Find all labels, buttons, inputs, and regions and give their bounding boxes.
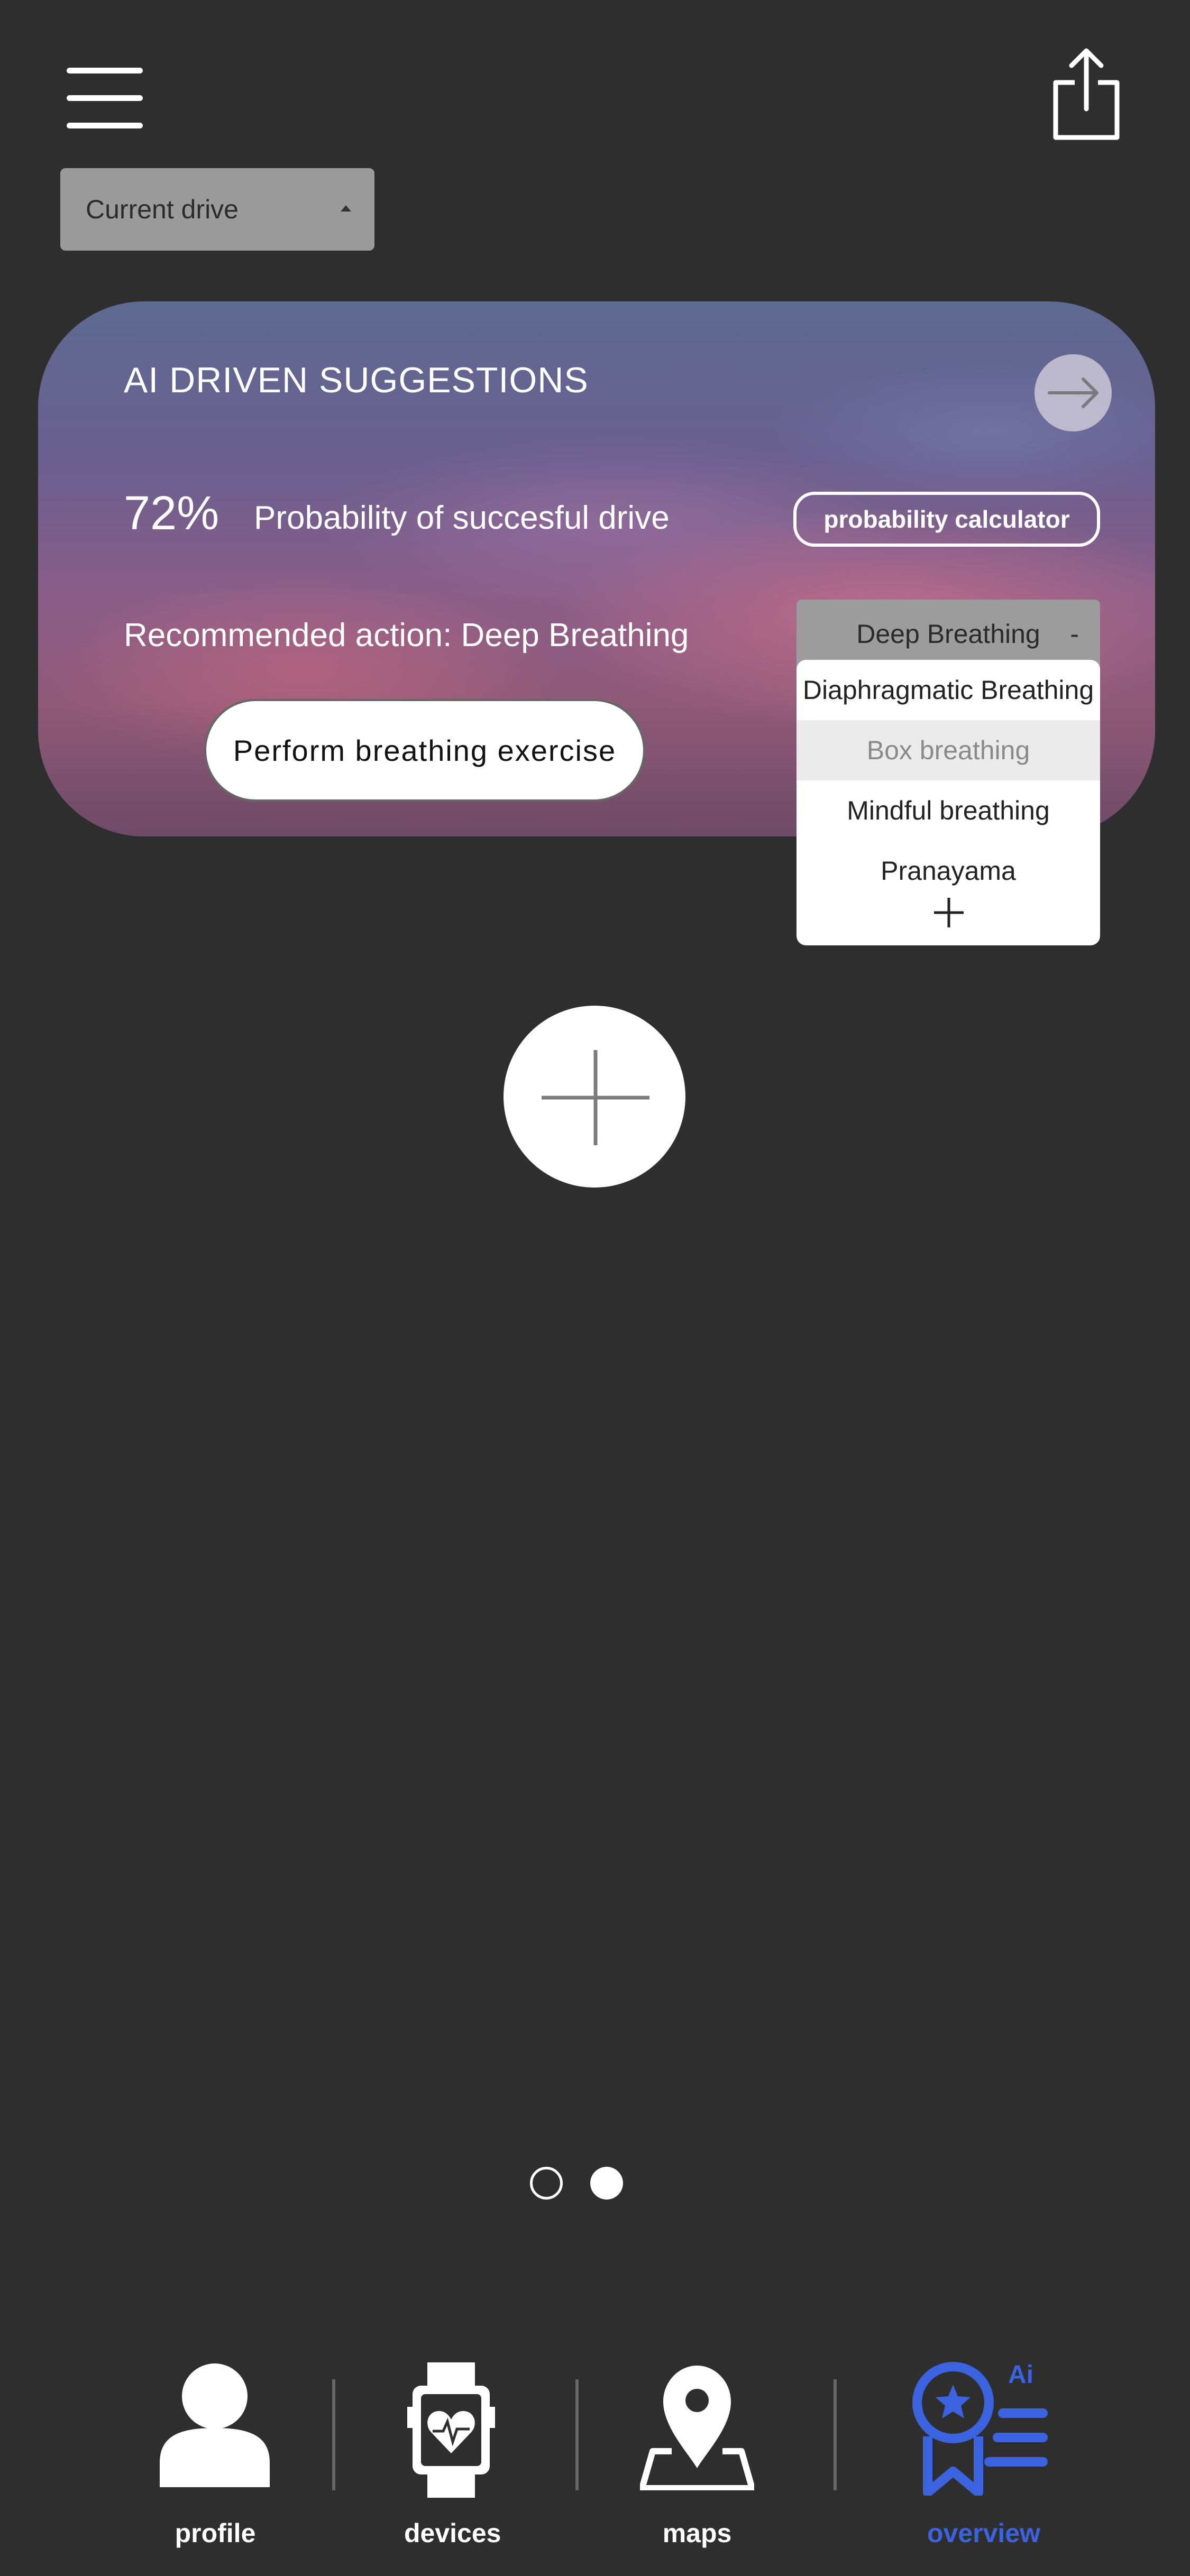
probability-calculator-button[interactable]: probability calculator	[793, 492, 1100, 547]
hamburger-menu-icon[interactable]	[67, 66, 143, 130]
suggestions-title: AI DRIVEN SUGGESTIONS	[124, 360, 589, 400]
person-icon	[160, 2363, 270, 2487]
current-drive-value: Current drive	[86, 195, 239, 224]
map-pin-icon	[639, 2366, 755, 2491]
recommended-action: Recommended action: Deep Breathing	[124, 617, 689, 654]
nav-divider	[332, 2379, 335, 2490]
nav-label-maps: maps	[662, 2518, 732, 2548]
breathing-type-select[interactable]: Deep Breathing -	[797, 600, 1100, 668]
probability-value: 72%	[124, 487, 219, 540]
current-drive-select[interactable]: Current drive	[60, 168, 374, 251]
plus-icon	[542, 1050, 649, 1145]
perform-exercise-button[interactable]: Perform breathing exercise	[204, 699, 645, 802]
add-option-icon[interactable]	[933, 897, 965, 928]
page-dot-active[interactable]	[590, 2167, 623, 2200]
add-widget-button[interactable]	[504, 1006, 685, 1188]
nav-devices[interactable]	[407, 2362, 495, 2498]
dropdown-option[interactable]: Pranayama	[797, 841, 1100, 901]
probability-label: Probability of succesful drive	[254, 500, 670, 536]
nav-divider	[575, 2379, 579, 2490]
breathing-selected-value: Deep Breathing	[856, 619, 1040, 649]
arrow-right-button[interactable]	[1035, 354, 1112, 431]
dropdown-option[interactable]: Mindful breathing	[797, 780, 1100, 841]
caret-up-icon	[341, 205, 351, 211]
page-dot[interactable]	[530, 2167, 563, 2200]
dropdown-option[interactable]: Box breathing	[797, 720, 1100, 780]
nav-label-overview: overview	[927, 2518, 1040, 2548]
nav-maps[interactable]	[639, 2363, 755, 2491]
nav-divider	[834, 2379, 837, 2490]
nav-profile[interactable]	[158, 2362, 272, 2487]
arrow-right-icon	[1048, 378, 1099, 408]
smartwatch-heart-icon	[407, 2362, 495, 2498]
ai-badge: Ai	[1008, 2361, 1033, 2389]
share-icon[interactable]	[1050, 47, 1122, 142]
breathing-options-list: Diaphragmatic Breathing Box breathing Mi…	[797, 660, 1100, 945]
collapse-toggle: -	[1070, 619, 1079, 649]
nav-label-devices: devices	[404, 2518, 501, 2548]
dropdown-option[interactable]: Diaphragmatic Breathing	[797, 660, 1100, 720]
nav-label-profile: profile	[175, 2518, 256, 2548]
